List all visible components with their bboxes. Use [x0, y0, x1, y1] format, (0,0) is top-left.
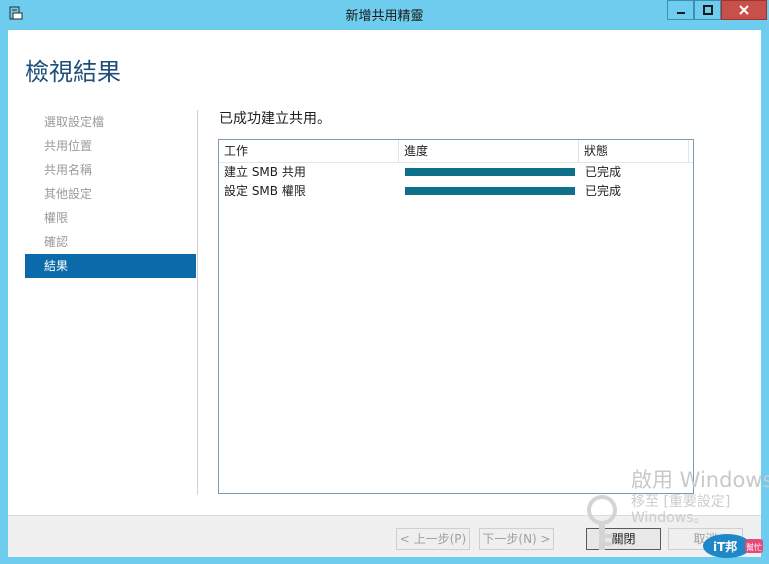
- nav-item-share-location[interactable]: 共用位置: [25, 134, 196, 158]
- nav-item-other-settings[interactable]: 其他設定: [25, 182, 196, 206]
- result-heading: 已成功建立共用。: [219, 111, 331, 127]
- nav-item-select-profile[interactable]: 選取設定檔: [25, 110, 196, 134]
- table-row[interactable]: 設定 SMB 權限 已完成: [219, 182, 693, 201]
- window-title: 新增共用精靈: [345, 9, 424, 24]
- task-status: 已完成: [585, 184, 622, 198]
- close-window-button[interactable]: [721, 0, 767, 20]
- column-header-status[interactable]: 狀態: [579, 140, 689, 162]
- progress-bar: [405, 187, 575, 195]
- minimize-icon: [676, 12, 685, 14]
- wizard-footer: < 上一步(P) 下一步(N) > 關閉 取消: [8, 515, 761, 557]
- nav-item-permissions[interactable]: 權限: [25, 206, 196, 230]
- nav-item-confirmation[interactable]: 確認: [25, 230, 196, 254]
- task-status: 已完成: [585, 165, 622, 179]
- progress-bar: [405, 168, 575, 176]
- cancel-button[interactable]: 取消: [668, 528, 743, 550]
- wizard-step-nav: 選取設定檔 共用位置 共用名稱 其他設定 權限 確認 結果: [25, 110, 196, 278]
- task-name: 設定 SMB 權限: [224, 184, 306, 198]
- wizard-content: 檢視結果 選取設定檔 共用位置 共用名稱 其他設定 權限 確認 結果 已成功建立…: [8, 30, 761, 557]
- nav-item-share-name[interactable]: 共用名稱: [25, 158, 196, 182]
- nav-divider: [197, 110, 198, 495]
- maximize-icon: [702, 5, 713, 15]
- previous-button[interactable]: < 上一步(P): [396, 528, 470, 550]
- wizard-window: 新增共用精靈 檢視結果 選取設定檔 共用位置 共用名稱 其他設定 權限 確認 結…: [0, 0, 769, 564]
- nav-item-results[interactable]: 結果: [25, 254, 196, 278]
- title-bar[interactable]: 新增共用精靈: [0, 0, 769, 28]
- minimize-button[interactable]: [667, 0, 694, 20]
- page-title: 檢視結果: [25, 58, 121, 86]
- close-button[interactable]: 關閉: [586, 528, 661, 550]
- table-row[interactable]: 建立 SMB 共用 已完成: [219, 163, 693, 182]
- maximize-button[interactable]: [694, 0, 721, 20]
- grid-header: 工作 進度 狀態: [219, 140, 693, 163]
- task-name: 建立 SMB 共用: [224, 165, 306, 179]
- results-grid[interactable]: 工作 進度 狀態 建立 SMB 共用 已完成 設定 SMB 權限 已完成: [218, 139, 694, 494]
- close-icon: [739, 5, 749, 15]
- column-header-task[interactable]: 工作: [219, 140, 399, 162]
- column-header-progress[interactable]: 進度: [399, 140, 579, 162]
- next-button[interactable]: 下一步(N) >: [479, 528, 554, 550]
